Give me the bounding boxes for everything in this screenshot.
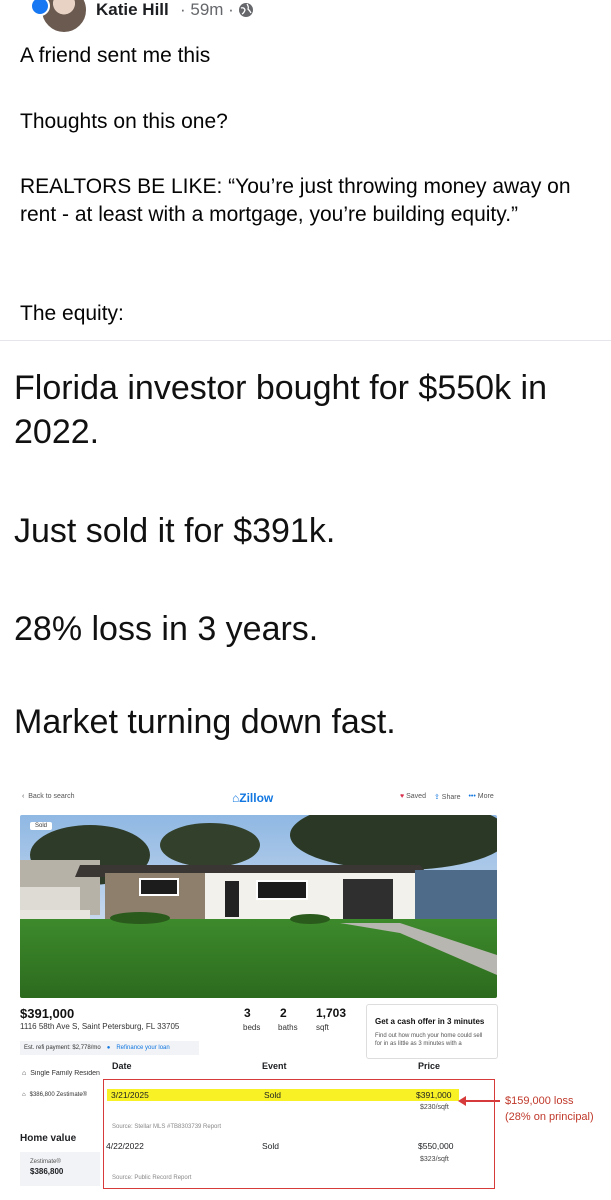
post-time[interactable]: · 59m ·: [180, 0, 234, 20]
history-header-price: Price: [418, 1061, 441, 1071]
listing-actions: ♥ Saved ⇪ Share ••• More: [400, 793, 494, 809]
beds-count: 3: [244, 1006, 251, 1020]
cash-offer-desc: Find out how much your home could sell f…: [375, 1033, 483, 1047]
listing-price: $391,000: [20, 1006, 75, 1021]
zestimate-label: Zestimate®: [30, 1159, 61, 1165]
back-to-search-link[interactable]: ‹ Back to search: [22, 793, 75, 809]
post-meta: · 59m ·: [180, 0, 254, 20]
annotation-loss: $159,000 loss: [505, 1095, 574, 1107]
info-icon: ●: [106, 1045, 111, 1051]
sold-badge: Sold: [30, 822, 53, 830]
sqft-count: 1,703: [316, 1006, 347, 1020]
zestimate-fact: ⌂ $386,800 Zestimate®: [22, 1092, 88, 1098]
annotation-arrow: [463, 1100, 500, 1102]
house-photo[interactable]: [20, 815, 497, 998]
cash-offer-title: Get a cash offer in 3 minutes: [375, 1017, 485, 1026]
sqft-label: sqft: [316, 1023, 329, 1032]
zestimate-icon: ⌂: [22, 1092, 26, 1098]
history-header-date: Date: [112, 1061, 132, 1071]
cash-offer-card[interactable]: Get a cash offer in 3 minutes Find out h…: [366, 1004, 498, 1059]
beds-label: beds: [243, 1023, 261, 1032]
post-text-line: REALTORS BE LIKE: “You’re just throwing …: [20, 175, 571, 226]
home-value-heading: Home value: [20, 1133, 77, 1144]
zestimate-card: Zestimate® $386,800: [20, 1152, 100, 1186]
history-header-event: Event: [262, 1061, 287, 1071]
home-type: ⌂ Single Family Residen: [22, 1070, 100, 1077]
meme-text: Florida investor bought for $550k in 202…: [14, 369, 547, 451]
share-button[interactable]: ⇪ Share: [434, 793, 461, 809]
post-text-line: Thoughts on this one?: [20, 110, 228, 133]
share-icon: ⇪: [433, 794, 440, 801]
meme-text: Just sold it for $391k.: [14, 512, 336, 550]
annotation-box: [103, 1079, 495, 1189]
annotation-percent: (28% on principal): [505, 1111, 594, 1123]
author-name[interactable]: Katie Hill: [96, 0, 169, 20]
listing-address: 1116 58th Ave S, Saint Petersburg, FL 33…: [20, 1022, 180, 1031]
baths-label: baths: [278, 1023, 298, 1032]
meme-text: 28% loss in 3 years.: [14, 610, 319, 648]
globe-icon: [238, 3, 253, 17]
home-icon: ⌂: [22, 1070, 27, 1077]
baths-count: 2: [280, 1006, 287, 1020]
heart-icon: ♥: [400, 793, 405, 800]
more-icon: •••: [468, 793, 476, 800]
zestimate-value: $386,800: [30, 1167, 64, 1176]
annotation-text: $159,000 loss (28% on principal): [505, 1093, 594, 1125]
refi-bar: Est. refi payment: $2,778/mo ● Refinance…: [20, 1041, 199, 1055]
refinance-link[interactable]: Refinance your loan: [116, 1045, 169, 1051]
zillow-logo[interactable]: ⌂Zillow: [232, 791, 273, 805]
meme-text: Market turning down fast.: [14, 703, 396, 741]
divider: [0, 340, 611, 341]
chevron-left-icon: ‹: [22, 793, 25, 800]
more-button[interactable]: ••• More: [468, 793, 493, 809]
save-button[interactable]: ♥ Saved: [400, 793, 426, 809]
post-text-line: The equity:: [20, 302, 124, 325]
refi-payment: Est. refi payment: $2,778/mo: [24, 1045, 101, 1051]
post-text-line: A friend sent me this: [20, 44, 211, 67]
